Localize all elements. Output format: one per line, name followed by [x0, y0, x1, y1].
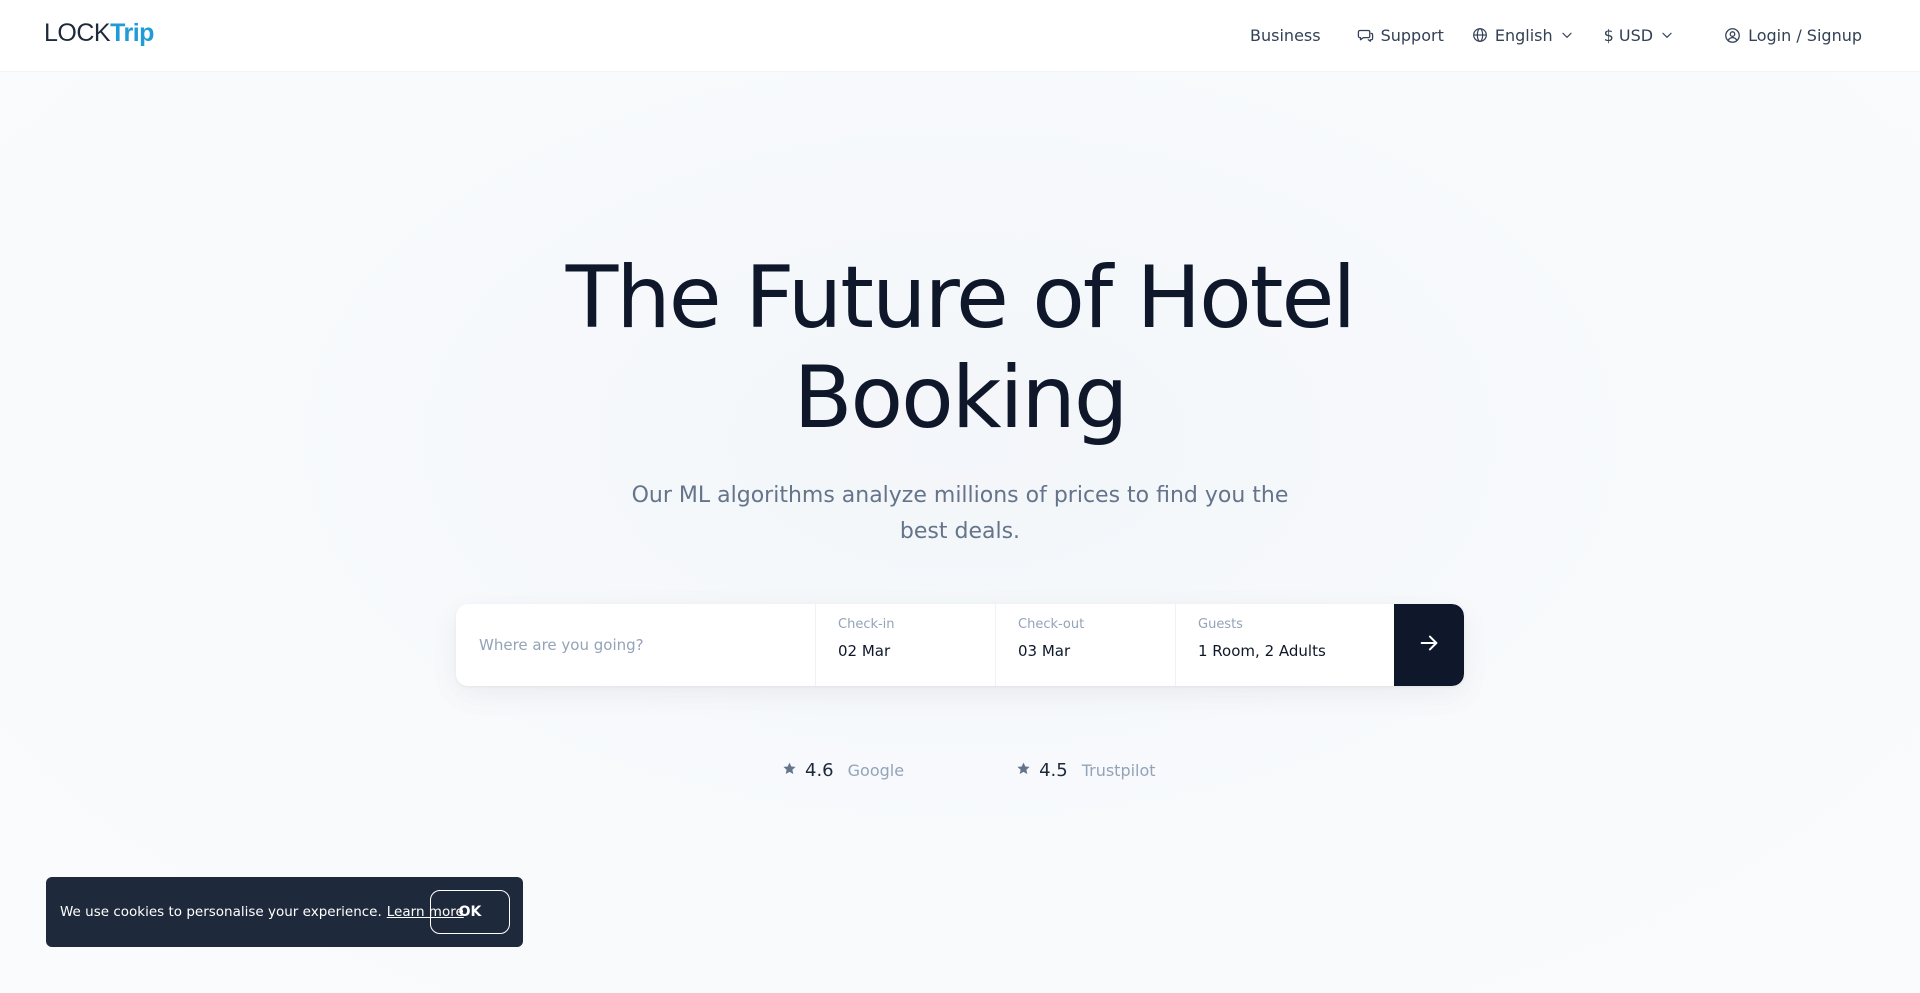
checkin-value: 02 Mar: [838, 642, 891, 660]
language-selector[interactable]: English: [1472, 26, 1574, 45]
currency-label: $ USD: [1603, 25, 1654, 45]
nav-support-label: Support: [1380, 25, 1444, 45]
guests-value: 1 Room, 2 Adults: [1198, 642, 1326, 660]
arrow-right-icon: [1418, 632, 1440, 658]
login-signup-link[interactable]: Login / Signup: [1724, 26, 1862, 45]
rating-google[interactable]: 4.6 Google: [782, 760, 904, 781]
checkout-field[interactable]: Check-out 03 Mar: [996, 604, 1176, 686]
top-header: LOCK Trip Business Support English $ USD…: [0, 0, 1920, 72]
guests-field[interactable]: Guests 1 Room, 2 Adults: [1176, 604, 1394, 686]
login-label: Login / Signup: [1748, 25, 1862, 45]
rating-score: 4.6: [805, 760, 834, 781]
guests-label: Guests: [1198, 617, 1243, 632]
rating-score: 4.5: [1039, 760, 1068, 781]
destination-field[interactable]: [456, 604, 816, 686]
hero-title: The Future of Hotel Booking: [565, 248, 1357, 448]
star-icon: [782, 761, 797, 780]
nav-support[interactable]: Support: [1357, 26, 1444, 45]
cookie-text: We use cookies to personalise your exper…: [60, 904, 382, 920]
cookie-ok-button[interactable]: OK: [430, 890, 510, 934]
checkin-label: Check-in: [838, 617, 895, 632]
search-button[interactable]: [1394, 604, 1464, 686]
rating-trustpilot[interactable]: 4.5 Trustpilot: [1016, 760, 1156, 781]
chat-icon: [1357, 27, 1374, 44]
destination-input[interactable]: [479, 636, 799, 654]
cookie-banner: We use cookies to personalise your exper…: [46, 877, 523, 947]
checkout-label: Check-out: [1018, 617, 1085, 632]
logo[interactable]: LOCK Trip: [44, 19, 154, 48]
chevron-down-icon: [1560, 28, 1574, 42]
globe-icon: [1472, 27, 1488, 43]
language-label: English: [1494, 25, 1553, 45]
checkin-field[interactable]: Check-in 02 Mar: [816, 604, 996, 686]
logo-trip: Trip: [110, 19, 154, 47]
logo-lock: LOCK: [44, 19, 111, 47]
rating-source: Trustpilot: [1081, 761, 1156, 780]
currency-selector[interactable]: $ USD: [1604, 26, 1674, 45]
ratings-row: 4.6 Google 4.5 Trustpilot: [782, 760, 1156, 781]
checkout-value: 03 Mar: [1018, 642, 1071, 660]
rating-source: Google: [847, 761, 905, 780]
nav-business[interactable]: Business: [1250, 26, 1321, 45]
chevron-down-icon: [1660, 28, 1674, 42]
main-nav: Business Support English $ USD Login / S…: [1250, 0, 1862, 70]
nav-business-label: Business: [1250, 25, 1321, 45]
star-icon: [1016, 761, 1031, 780]
user-circle-icon: [1724, 27, 1741, 44]
hotel-search-bar: Check-in 02 Mar Check-out 03 Mar Guests …: [456, 604, 1464, 686]
hero-subtitle: Our ML algorithms analyze millions of pr…: [631, 483, 1289, 544]
